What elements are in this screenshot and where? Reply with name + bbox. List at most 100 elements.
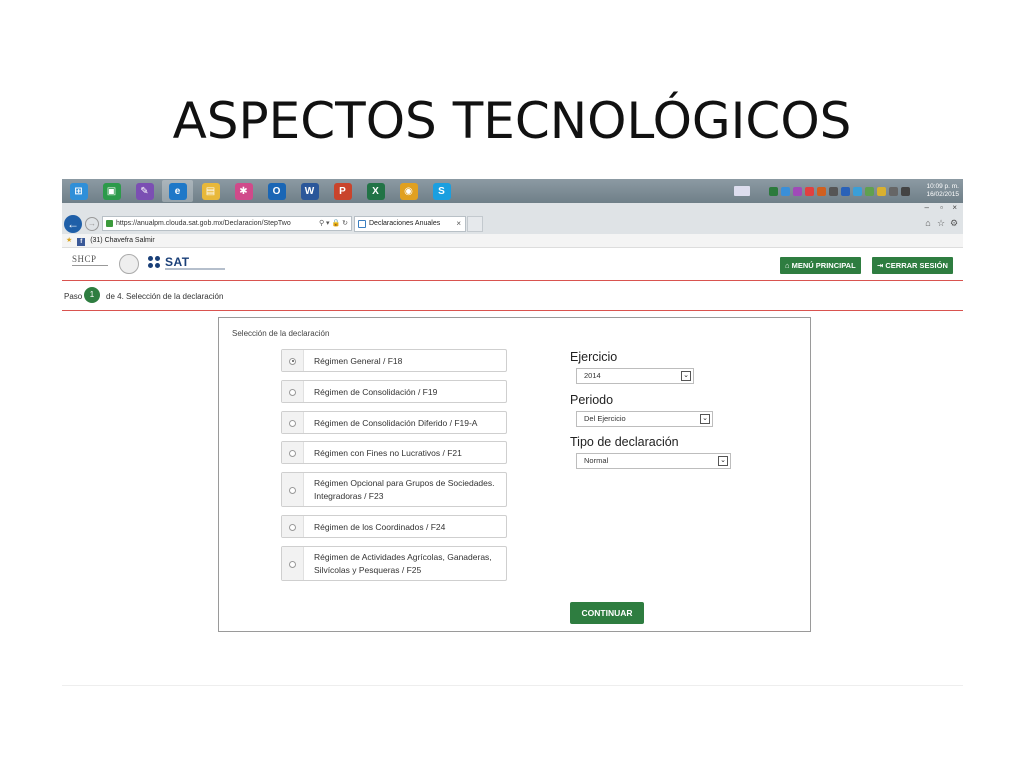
system-tray: 10:09 p. m. 16/02/2015 [734,179,959,203]
cerrar-sesion-button[interactable]: ⇥ CERRAR SESIÓN [872,257,953,274]
regimen-option[interactable]: Régimen de Actividades Agrícolas, Ganade… [281,546,507,581]
page-bottom-divider [62,685,963,686]
regimen-option[interactable]: Régimen Opcional para Grupos de Sociedad… [281,472,507,507]
tray-icon[interactable] [865,186,874,196]
regimen-radio[interactable] [289,523,296,531]
radio-cell [282,547,304,580]
declaration-form: Selección de la declaración Ejercicio 20… [218,317,811,632]
skype-icon: S [432,182,451,200]
minimize-icon[interactable]: – [925,203,929,212]
file-explorer-icon: ▤ [201,182,220,200]
tab-label: Declaraciones Anuales [369,220,441,227]
star-icon[interactable]: ★ [66,237,72,244]
address-tools[interactable]: ⚲ ▾ 🔒 ↻ [319,217,348,230]
periodo-select[interactable]: Del Ejercicio ⌄ [576,411,713,427]
word-icon: W [300,182,319,200]
regimen-option[interactable]: Régimen de los Coordinados / F24 [281,515,507,538]
regimen-label: Régimen de los Coordinados / F24 [314,522,446,532]
regimen-option[interactable]: Régimen de Consolidación / F19 [281,380,507,403]
taskbar-store-button[interactable]: ▣ [96,180,127,202]
keyboard-icon[interactable] [734,186,750,196]
excel-icon: X [366,182,385,200]
ejercicio-select[interactable]: 2014 ⌄ [576,368,694,384]
taskbar-photos-button[interactable]: ✱ [228,180,259,202]
gear-icon[interactable]: ⚙ [949,218,959,228]
powerpoint-icon: P [333,182,352,200]
tray-icon[interactable] [841,186,850,196]
menu-principal-label: MENÚ PRINCIPAL [791,261,856,270]
taskbar-onenote-like-button[interactable]: ✎ [129,180,160,202]
tray-icon[interactable] [769,186,778,196]
screenshot: ⊞ ▣ ✎ e ▤ ✱ O W P X ◉ S 10:09 p. m. 16/02/2015 – ▫ … [62,179,963,689]
photos-icon: ✱ [234,182,253,200]
taskbar-internet-explorer-button[interactable]: e [162,180,193,202]
regimen-radio[interactable] [289,486,296,494]
tray-icon[interactable] [805,186,814,196]
tray-icon[interactable] [781,186,790,196]
address-url: https://anualpm.clouda.sat.gob.mx/Declar… [116,220,291,227]
tray-icon[interactable] [817,186,826,196]
tipo-declaracion-label: Tipo de declaración [570,435,679,449]
ejercicio-value: 2014 [584,371,601,380]
new-tab-button[interactable] [467,216,483,232]
taskbar-windows-start-button[interactable]: ⊞ [63,180,94,202]
radio-cell [282,381,304,402]
regimen-option[interactable]: Régimen General / F18 [281,349,507,372]
taskbar-file-explorer-button[interactable]: ▤ [195,180,226,202]
taskbar-powerpoint-button[interactable]: P [327,180,358,202]
regimen-label: Régimen de Consolidación Diferido / F19-… [314,418,478,428]
clock-date: 16/02/2015 [926,191,959,198]
regimen-label: Régimen con Fines no Lucrativos / F21 [314,448,462,458]
internet-explorer-icon: e [168,182,187,200]
tray-icon[interactable] [829,186,838,196]
cerrar-sesion-label: CERRAR SESIÓN [885,261,948,270]
facebook-icon: f [77,238,86,246]
address-bar[interactable]: https://anualpm.clouda.sat.gob.mx/Declar… [102,216,352,231]
step-number: 1 [84,287,100,303]
store-icon: ▣ [102,182,121,200]
tray-icon[interactable] [889,186,898,196]
taskbar-word-button[interactable]: W [294,180,325,202]
continuar-button[interactable]: CONTINUAR [570,602,644,624]
regimen-radio[interactable] [289,419,296,427]
home-icon: ⌂ [785,261,792,270]
forward-button[interactable]: → [85,217,99,231]
regimen-radio[interactable] [289,449,296,457]
periodo-value: Del Ejercicio [584,414,626,423]
tab-close-icon[interactable]: × [456,217,461,231]
tipo-declaracion-value: Normal [584,456,609,465]
taskbar-outlook-button[interactable]: O [261,180,292,202]
taskbar-chrome-button[interactable]: ◉ [393,180,424,202]
secure-icon [106,220,113,227]
chevron-down-icon: ⌄ [718,456,728,466]
taskbar-excel-button[interactable]: X [360,180,391,202]
regimen-radio[interactable] [289,388,296,396]
form-title: Selección de la declaración [232,329,330,338]
radio-cell [282,473,304,506]
step-paso-label: Paso [64,292,83,301]
close-icon[interactable]: × [952,203,957,212]
tipo-declaracion-select[interactable]: Normal ⌄ [576,453,731,469]
tray-icon[interactable] [901,186,910,196]
tray-icon[interactable] [877,186,886,196]
window-controls: – ▫ × [62,203,963,214]
tab-declaraciones[interactable]: Declaraciones Anuales × [354,216,466,232]
home-icon[interactable]: ⌂ [923,218,933,228]
favorite-link[interactable]: (31) Chavefra Salmir [90,237,155,244]
regimen-option[interactable]: Régimen con Fines no Lucrativos / F21 [281,441,507,464]
regimen-label: Régimen Opcional para Grupos de Sociedad… [314,478,495,501]
taskbar-skype-button[interactable]: S [426,180,457,202]
regimen-radio[interactable] [289,560,296,568]
taskbar: ⊞ ▣ ✎ e ▤ ✱ O W P X ◉ S 10:09 p. m. 16/02/2015 [62,179,963,203]
outlook-icon: O [267,182,286,200]
clock[interactable]: 10:09 p. m. 16/02/2015 [919,183,959,199]
regimen-radio[interactable] [289,357,296,365]
browser-toolbar: ← → https://anualpm.clouda.sat.gob.mx/De… [62,214,963,234]
maximize-icon[interactable]: ▫ [940,203,943,212]
tray-icon[interactable] [793,186,802,196]
regimen-option[interactable]: Régimen de Consolidación Diferido / F19-… [281,411,507,434]
menu-principal-button[interactable]: ⌂ MENÚ PRINCIPAL [780,257,861,274]
tray-icon[interactable] [853,186,862,196]
back-button[interactable]: ← [64,215,82,233]
favorites-star-icon[interactable]: ☆ [936,218,946,228]
